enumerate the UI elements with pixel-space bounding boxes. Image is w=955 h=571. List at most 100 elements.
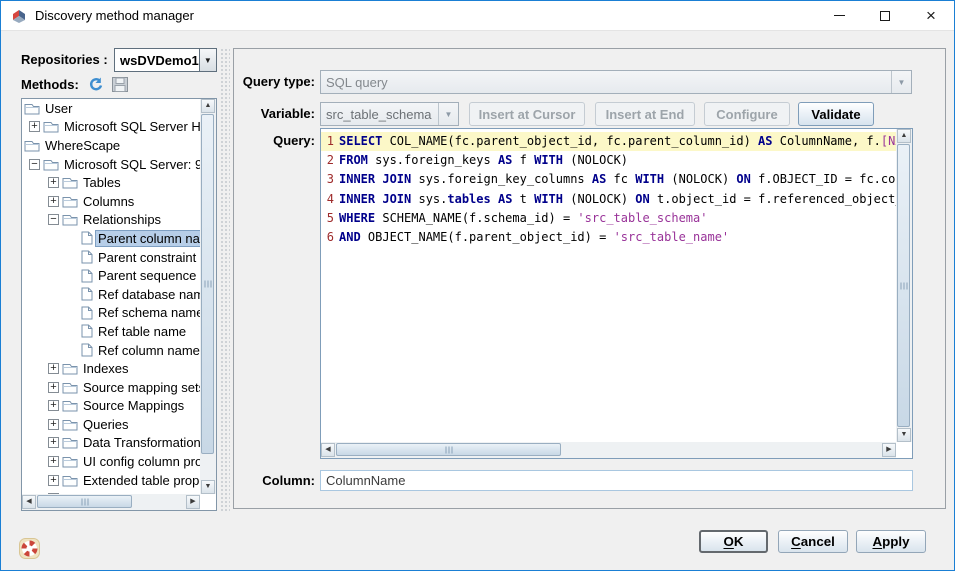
query-label: Query:	[234, 133, 315, 148]
expand-icon[interactable]: +	[48, 363, 59, 374]
tree-vertical-scrollbar[interactable]: ▲ ▼	[200, 99, 216, 494]
tree-item-label: Ref schema name	[96, 305, 200, 320]
sql-text: sys.foreign_keys	[368, 153, 498, 167]
column-field[interactable]: ColumnName	[320, 470, 913, 491]
sql-keyword: WITH	[534, 153, 563, 167]
minimize-button[interactable]	[816, 1, 862, 30]
window-title: Discovery method manager	[35, 8, 194, 23]
expand-icon[interactable]: +	[29, 121, 40, 132]
expand-icon[interactable]: +	[48, 382, 59, 393]
line-number: 4	[326, 190, 334, 209]
line-number: 3	[326, 170, 334, 189]
sql-line[interactable]: 3INNER JOIN sys.foreign_key_columns AS f…	[321, 170, 896, 189]
sql-line[interactable]: 6AND OBJECT_NAME(f.parent_object_id) = '…	[321, 228, 896, 247]
tree-item[interactable]: User	[22, 99, 200, 118]
tree-item[interactable]: Ref table name	[22, 322, 200, 341]
tree-item[interactable]: +Data Transformations	[22, 434, 200, 453]
tree-item[interactable]: +Source Mappings	[22, 397, 200, 416]
sql-keyword: INNER JOIN	[339, 192, 411, 206]
dialog-window: Discovery method manager × Repositories …	[0, 0, 955, 571]
scroll-down-icon[interactable]: ▼	[897, 428, 911, 442]
sql-keyword: AS	[498, 153, 512, 167]
scroll-down-icon[interactable]: ▼	[201, 480, 215, 494]
tree-item[interactable]: Parent sequence	[22, 266, 200, 285]
expand-icon[interactable]: +	[48, 177, 59, 188]
expand-icon[interactable]: +	[48, 475, 59, 486]
tree-item[interactable]: Parent constraint n	[22, 248, 200, 267]
apply-button[interactable]: Apply	[856, 530, 926, 553]
expand-icon[interactable]: +	[48, 437, 59, 448]
insert-at-end-button[interactable]: Insert at End	[595, 102, 695, 126]
methods-tree: User+Microsoft SQL Server HS: 9WhereScap…	[21, 98, 217, 511]
editor-hscroll-thumb[interactable]	[336, 443, 561, 456]
sql-code[interactable]: 1SELECT COL_NAME(fc.parent_object_id, fc…	[321, 129, 896, 442]
folder-icon	[43, 120, 59, 133]
query-type-select[interactable]: SQL query ▼	[320, 70, 912, 94]
sql-text: COL_NAME(fc.parent_object_id, fc.parent_…	[382, 134, 758, 148]
sql-line[interactable]: 5WHERE SCHEMA_NAME(f.schema_id) = 'src_t…	[321, 209, 896, 228]
title-bar[interactable]: Discovery method manager ×	[1, 1, 954, 31]
validate-button[interactable]: Validate	[798, 102, 874, 126]
tree-hscroll-thumb[interactable]	[37, 495, 132, 508]
editor-vertical-scrollbar[interactable]: ▲ ▼	[896, 129, 912, 442]
tree-item[interactable]: −Relationships	[22, 211, 200, 230]
editor-horizontal-scrollbar[interactable]: ◀ ▶	[321, 442, 896, 458]
variable-select[interactable]: src_table_schema ▼	[320, 102, 459, 126]
tree-item[interactable]: Ref schema name	[22, 304, 200, 323]
tree-item[interactable]: Ref column name	[22, 341, 200, 360]
scroll-up-icon[interactable]: ▲	[897, 129, 911, 143]
repositories-select[interactable]: wsDVDemo1 ▼	[114, 48, 217, 72]
scroll-right-icon[interactable]: ▶	[186, 495, 200, 509]
tree-item[interactable]: −Microsoft SQL Server: 9.0 -	[22, 155, 200, 174]
sql-line[interactable]: 1SELECT COL_NAME(fc.parent_object_id, fc…	[321, 132, 896, 151]
expand-icon[interactable]: +	[48, 400, 59, 411]
tree-item[interactable]: Parent column name	[22, 229, 200, 248]
document-icon	[81, 231, 93, 245]
tree-item[interactable]: +Source mapping sets	[22, 378, 200, 397]
tree-item[interactable]: +Indexes	[22, 359, 200, 378]
tree-item[interactable]: +Columns	[22, 192, 200, 211]
cancel-button[interactable]: Cancel	[778, 530, 848, 553]
sql-line[interactable]: 2FROM sys.foreign_keys AS f WITH (NOLOCK…	[321, 151, 896, 170]
expand-icon[interactable]: +	[48, 456, 59, 467]
collapse-icon[interactable]: −	[48, 214, 59, 225]
close-button[interactable]: ×	[908, 1, 954, 30]
tree-horizontal-scrollbar[interactable]: ◀ ▶	[22, 494, 200, 510]
tree-item[interactable]: +Microsoft SQL Server HS: 9	[22, 118, 200, 137]
tree-item[interactable]: +UI config column prope	[22, 452, 200, 471]
sql-text: (NOLOCK)	[563, 153, 628, 167]
sql-query-editor[interactable]: 1SELECT COL_NAME(fc.parent_object_id, fc…	[320, 128, 913, 459]
tree-item[interactable]: + Extended table propert	[22, 471, 200, 490]
help-icon[interactable]	[19, 538, 40, 562]
tree-item[interactable]: Ref database nam	[22, 285, 200, 304]
query-type-value: SQL query	[326, 75, 388, 90]
editor-vscroll-thumb[interactable]	[897, 144, 910, 427]
expand-icon[interactable]: +	[48, 196, 59, 207]
scroll-right-icon[interactable]: ▶	[882, 443, 896, 457]
folder-icon	[62, 418, 78, 431]
scroll-left-icon[interactable]: ◀	[321, 443, 335, 457]
tree-item[interactable]: +Queries	[22, 415, 200, 434]
configure-button[interactable]: Configure	[704, 102, 790, 126]
panel-splitter[interactable]	[220, 48, 230, 511]
tree-item[interactable]: +Tables	[22, 173, 200, 192]
tree-item[interactable]: WhereScape	[22, 136, 200, 155]
scroll-left-icon[interactable]: ◀	[22, 495, 36, 509]
repositories-row: Repositories : wsDVDemo1 ▼	[21, 48, 217, 72]
sql-line[interactable]: 4INNER JOIN sys.tables AS t WITH (NOLOCK…	[321, 190, 896, 209]
query-type-label: Query type:	[234, 74, 315, 89]
expand-icon[interactable]: +	[48, 419, 59, 430]
tree-item-label: Extended table propert	[81, 473, 200, 488]
folder-icon	[62, 176, 78, 189]
scroll-up-icon[interactable]: ▲	[201, 99, 215, 113]
collapse-icon[interactable]: −	[29, 159, 40, 170]
tree-vscroll-thumb[interactable]	[201, 114, 214, 454]
ok-button[interactable]: OK	[699, 530, 768, 553]
save-icon[interactable]	[112, 77, 128, 92]
maximize-button[interactable]	[862, 1, 908, 30]
sql-string: 'src_table_schema'	[577, 211, 707, 225]
insert-at-cursor-button[interactable]: Insert at Cursor	[469, 102, 585, 126]
document-icon	[81, 269, 93, 283]
document-icon	[81, 343, 93, 357]
refresh-icon[interactable]	[88, 77, 103, 92]
